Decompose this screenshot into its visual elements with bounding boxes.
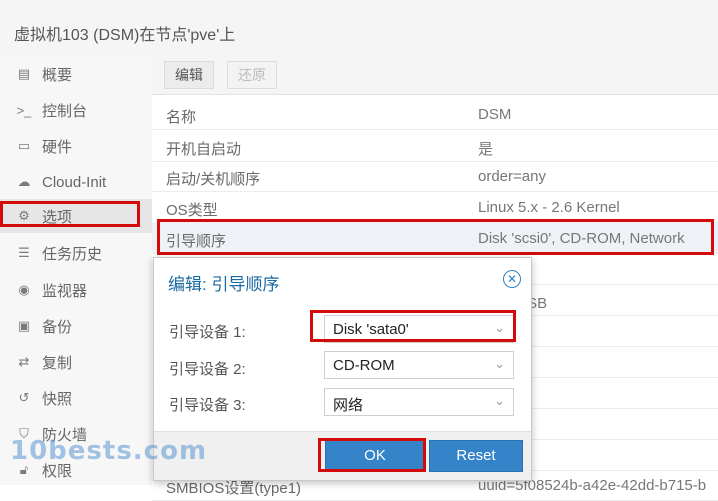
sidebar-item-label: 监视器 xyxy=(42,282,88,300)
boot-device-3-select[interactable]: 网络 ⌄ xyxy=(324,388,514,416)
option-value: Linux 5.x - 2.6 Kernel xyxy=(478,199,620,216)
option-key: 开机自启动 xyxy=(166,141,242,158)
book-icon: ▤ xyxy=(17,66,31,81)
sidebar-item-snapshots[interactable]: ↺ 快照 xyxy=(0,381,152,415)
boot-device-1-select[interactable]: Disk 'sata0' ⌄ xyxy=(324,315,514,343)
table-row[interactable]: 开机自启动 是 xyxy=(152,130,718,162)
table-row-boot-order[interactable]: 引导顺序 Disk 'scsi0', CD-ROM, Network xyxy=(152,222,718,254)
sidebar-item-console[interactable]: >_ 控制台 xyxy=(0,93,152,127)
ok-button[interactable]: OK xyxy=(325,440,425,472)
watermark-text: 10bests.com xyxy=(10,436,208,466)
window-title: 虚拟机103 (DSM)在节点'pve'上 xyxy=(14,27,236,44)
dialog-title: 编辑: 引导顺序 xyxy=(168,275,280,294)
close-icon[interactable]: ✕ xyxy=(503,270,521,288)
boot-device-3-label: 引导设备 3: xyxy=(169,397,246,414)
boot-device-3-value: 网络 xyxy=(333,397,364,414)
option-value: order=any xyxy=(478,168,546,185)
revert-button[interactable]: 还原 xyxy=(227,61,277,89)
sidebar-item-label: 概要 xyxy=(42,66,73,84)
option-key: 名称 xyxy=(166,109,197,126)
sidebar-item-cloud-init[interactable]: ☁ Cloud-Init xyxy=(0,165,152,199)
terminal-icon: >_ xyxy=(16,102,32,118)
retweet-icon: ⇄ xyxy=(18,354,30,369)
option-key: OS类型 xyxy=(166,202,218,219)
option-value: 是 xyxy=(478,141,494,158)
sidebar-item-label: 任务历史 xyxy=(42,245,103,263)
sidebar-item-replication[interactable]: ⇄ 复制 xyxy=(0,345,152,379)
sidebar-item-backup[interactable]: ▣ 备份 xyxy=(0,309,152,343)
boot-device-2-label: 引导设备 2: xyxy=(169,361,246,378)
reset-button[interactable]: Reset xyxy=(429,440,523,472)
sidebar-item-label: 选项 xyxy=(42,208,73,226)
history-icon: ↺ xyxy=(18,390,30,405)
sidebar-item-label: Cloud-Init xyxy=(42,173,107,191)
sidebar-item-task-history[interactable]: ☰ 任务历史 xyxy=(0,236,152,270)
table-row[interactable]: 启动/关机顺序 order=any xyxy=(152,160,718,192)
sidebar-item-label: 复制 xyxy=(42,354,73,372)
edit-boot-order-dialog: 编辑: 引导顺序 ✕ 引导设备 1: Disk 'sata0' ⌄ 引导设备 2… xyxy=(153,257,532,481)
sidebar-item-monitor[interactable]: ◉ 监视器 xyxy=(0,273,152,307)
option-key: 引导顺序 xyxy=(166,233,227,250)
boot-device-2-select[interactable]: CD-ROM ⌄ xyxy=(324,351,514,379)
edit-button[interactable]: 编辑 xyxy=(164,61,214,89)
cloud-icon: ☁ xyxy=(17,174,31,189)
sidebar: ▤ 概要 >_ 控制台 ▭ 硬件 ☁ Cloud-Init ⚙ 选项 ☰ 任务历… xyxy=(0,56,152,485)
boot-device-1-label: 引导设备 1: xyxy=(169,324,246,341)
window-title-bar: 虚拟机103 (DSM)在节点'pve'上 xyxy=(0,0,718,57)
option-value: Disk 'scsi0', CD-ROM, Network xyxy=(478,230,685,247)
gear-icon: ⚙ xyxy=(18,208,30,223)
chevron-down-icon[interactable]: ⌄ xyxy=(494,393,505,409)
sidebar-item-label: 快照 xyxy=(42,390,73,408)
sidebar-item-label: 备份 xyxy=(42,318,73,336)
option-key: 启动/关机顺序 xyxy=(166,171,261,188)
sidebar-item-summary[interactable]: ▤ 概要 xyxy=(0,57,152,91)
chevron-down-icon[interactable]: ⌄ xyxy=(494,320,505,336)
option-value: DSM xyxy=(478,106,512,123)
sidebar-item-options[interactable]: ⚙ 选项 xyxy=(0,199,152,233)
boot-device-1-value: Disk 'sata0' xyxy=(333,321,409,338)
table-row[interactable]: OS类型 Linux 5.x - 2.6 Kernel xyxy=(152,191,718,223)
dialog-footer: OK Reset xyxy=(154,431,531,480)
chevron-down-icon[interactable]: ⌄ xyxy=(494,356,505,372)
floppy-icon: ▣ xyxy=(17,318,31,333)
eye-icon: ◉ xyxy=(18,282,30,297)
boot-device-2-value: CD-ROM xyxy=(333,357,395,374)
sidebar-item-label: 控制台 xyxy=(42,102,88,120)
monitor-icon: ▭ xyxy=(17,138,31,153)
sidebar-item-label: 硬件 xyxy=(42,138,73,156)
toolbar: 编辑 还原 xyxy=(152,56,718,95)
table-row[interactable]: 名称 DSM xyxy=(152,98,718,130)
list-icon: ☰ xyxy=(18,245,30,260)
sidebar-item-hardware[interactable]: ▭ 硬件 xyxy=(0,129,152,163)
